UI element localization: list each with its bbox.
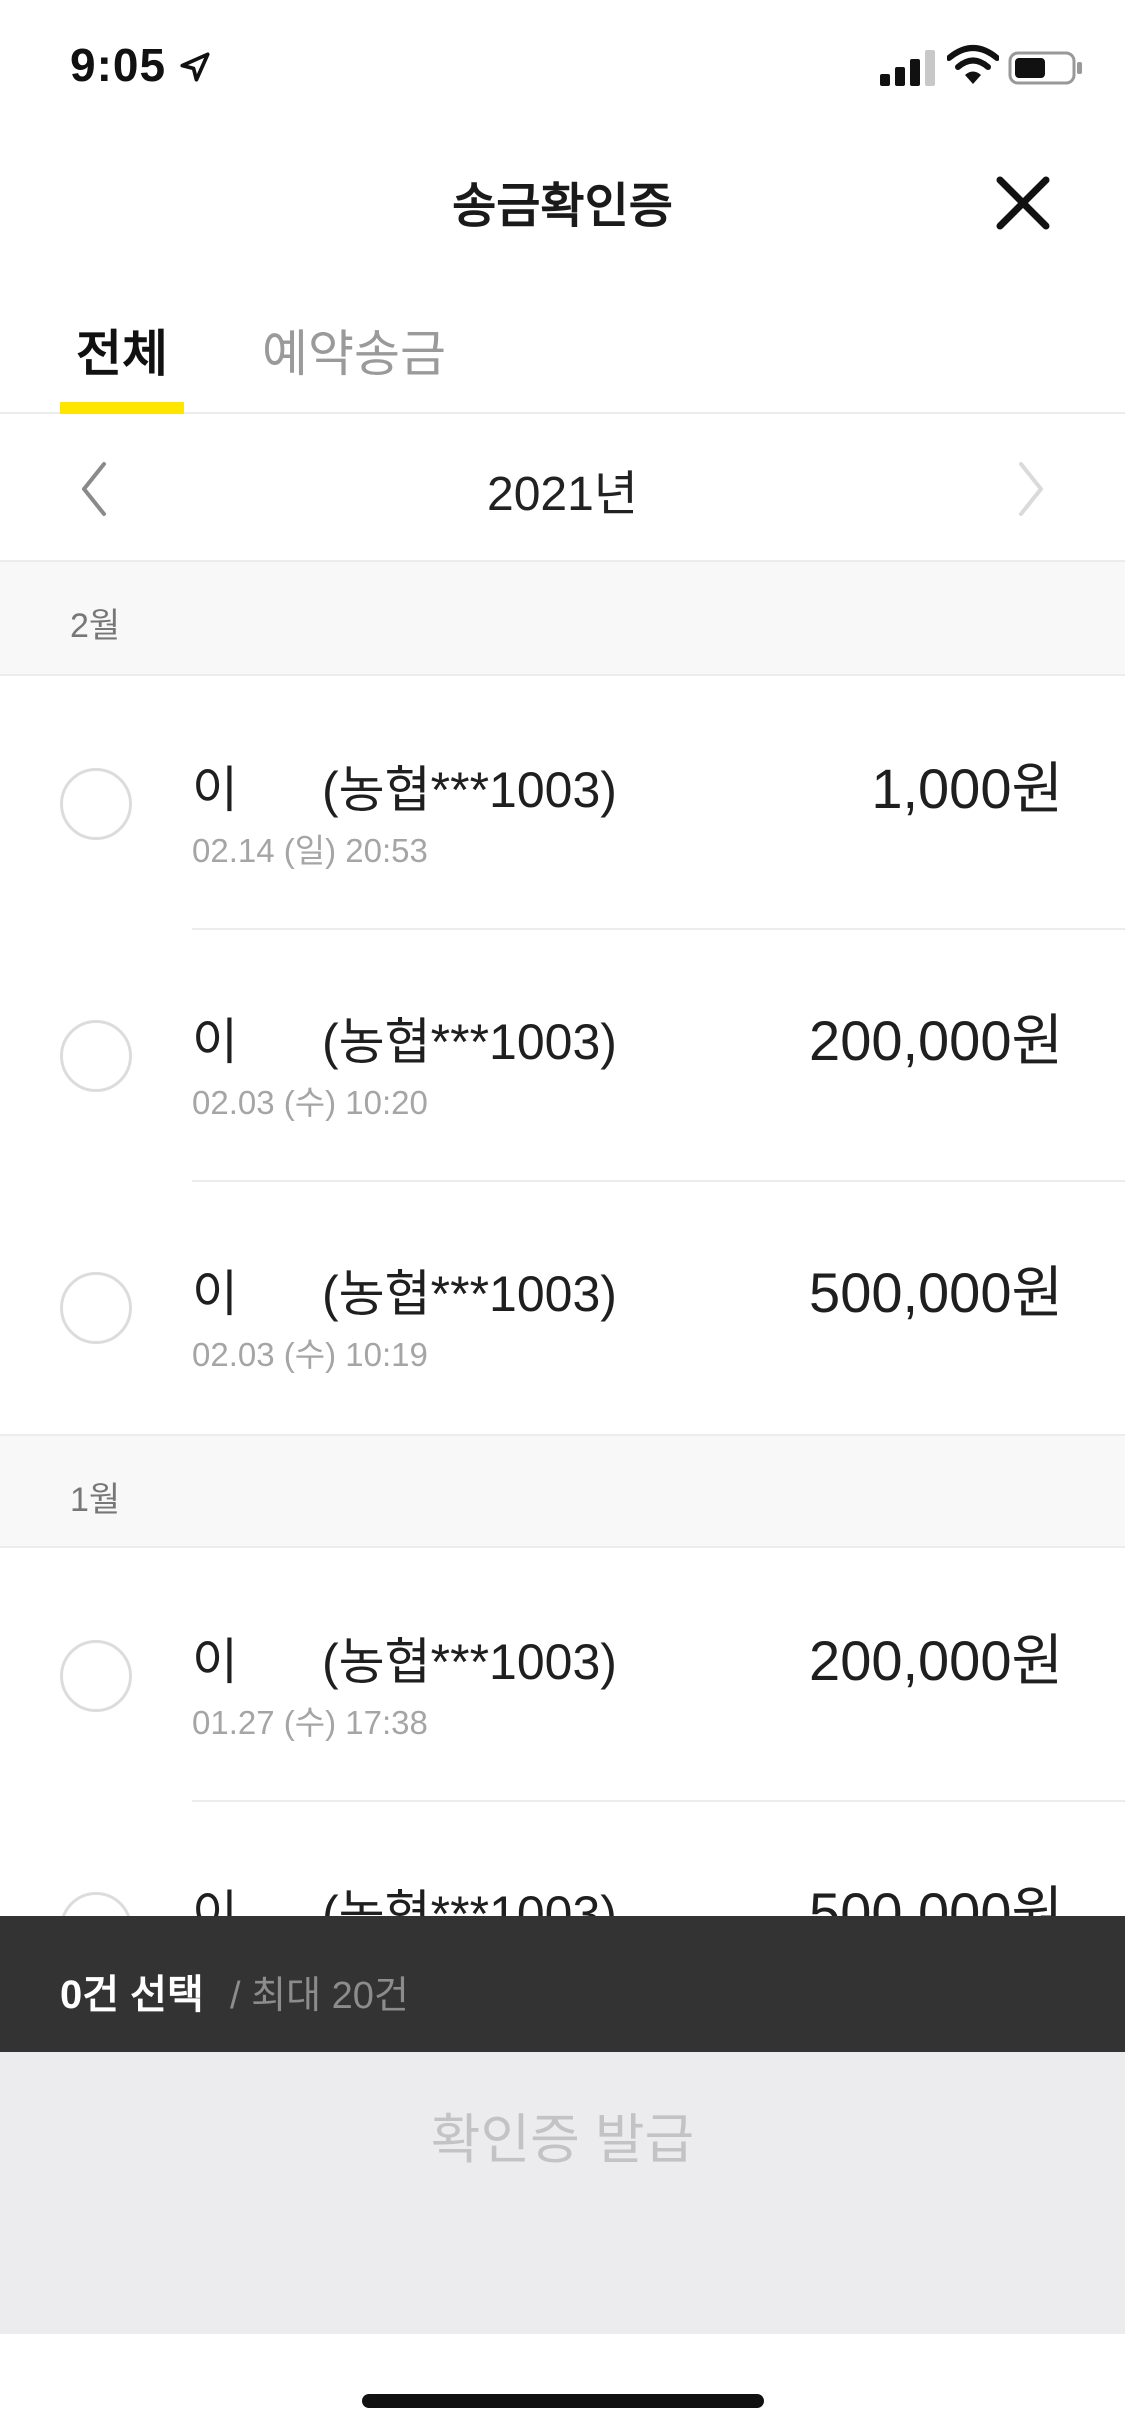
year-label: 2021년: [487, 468, 638, 521]
transfer-row[interactable]: 이 (농협***1003) 01.27 (수) 17:38 200,000원: [0, 1550, 1125, 1802]
month-label: 1월: [70, 1481, 121, 1519]
selection-count-bar: 0건 선택 / 최대 20건: [0, 1916, 1125, 2052]
page-title: 송금확인증: [452, 180, 673, 233]
transfer-row[interactable]: 이 (농협***1003) 02.03 (수) 10:20 200,000원: [0, 930, 1125, 1182]
location-arrow-icon: [180, 52, 210, 82]
home-indicator: [362, 2394, 764, 2408]
active-tab-indicator: [60, 402, 184, 414]
issue-area: 확인증 발급: [0, 2052, 1125, 2334]
transfer-date: 02.03 (수) 10:19: [192, 1336, 428, 1373]
transfer-amount: 200,000원: [809, 1629, 1063, 1692]
recipient-name: 이: [192, 1634, 238, 1690]
status-bar: 9:05: [0, 0, 1125, 132]
transfer-row[interactable]: 이 (농협***1003) 02.03 (수) 10:19 500,000원: [0, 1182, 1125, 1434]
select-radio[interactable]: [60, 1272, 132, 1344]
month-header: 1월: [0, 1434, 1125, 1548]
battery-icon: [1008, 51, 1082, 85]
year-navigator: 2021년: [0, 414, 1125, 562]
tab-all[interactable]: 전체: [60, 314, 184, 386]
recipient-name: 이: [192, 1266, 238, 1322]
transfer-amount: 1,000원: [871, 757, 1063, 820]
select-radio[interactable]: [60, 768, 132, 840]
recipient-account: (농협***1003): [322, 1634, 617, 1690]
recipient-account: (농협***1003): [322, 1014, 617, 1070]
chevron-right-icon[interactable]: [1005, 454, 1055, 524]
transfer-date: 02.14 (일) 20:53: [192, 832, 428, 869]
transfer-date: 02.03 (수) 10:20: [192, 1084, 428, 1121]
select-radio[interactable]: [60, 1640, 132, 1712]
tab-scheduled-transfer[interactable]: 예약송금: [262, 314, 446, 386]
transfer-amount: 200,000원: [809, 1009, 1063, 1072]
transfer-row[interactable]: 이 (농협***1003) 02.14 (일) 20:53 1,000원: [0, 678, 1125, 930]
recipient-account: (농협***1003): [322, 762, 617, 818]
transfer-amount: 500,000원: [809, 1261, 1063, 1324]
issue-certificate-button[interactable]: 확인증 발급: [0, 2052, 1125, 2228]
month-label: 2월: [70, 607, 121, 645]
month-header: 2월: [0, 562, 1125, 676]
close-icon[interactable]: [990, 170, 1056, 236]
tab-bar: 전체 예약송금: [0, 290, 1125, 414]
header: 송금확인증: [0, 132, 1125, 262]
recipient-account: (농협***1003): [322, 1266, 617, 1322]
max-selectable: / 최대 20건: [230, 1975, 409, 2017]
selected-count: 0건 선택: [60, 1973, 204, 2017]
wifi-icon: [947, 45, 999, 84]
status-time: 9:05: [70, 39, 167, 91]
recipient-name: 이: [192, 1014, 238, 1070]
recipient-name: 이: [192, 762, 238, 818]
transfer-date: 01.27 (수) 17:38: [192, 1704, 428, 1741]
cellular-signal-icon: [880, 50, 935, 86]
select-radio[interactable]: [60, 1020, 132, 1092]
